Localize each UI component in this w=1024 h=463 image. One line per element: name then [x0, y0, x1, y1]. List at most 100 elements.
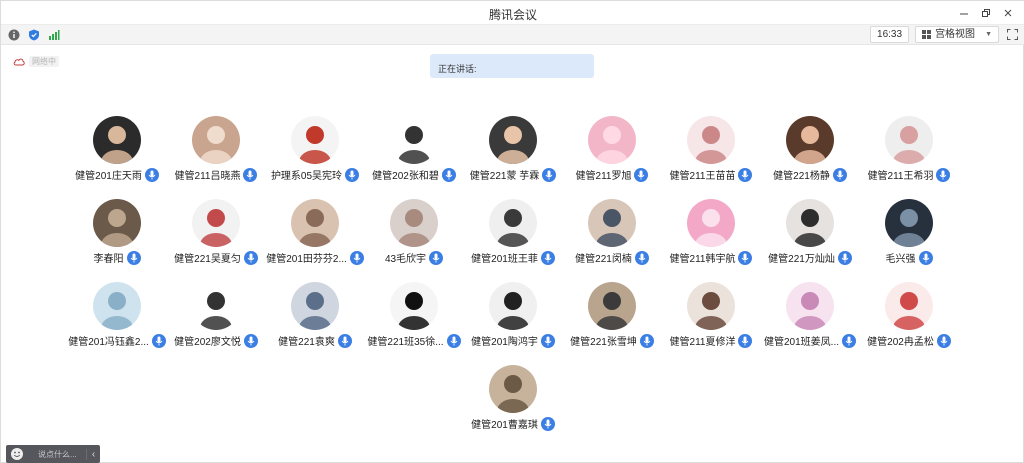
avatar-image	[885, 199, 933, 247]
avatar-image	[588, 116, 636, 164]
caret-down-icon: ▼	[985, 31, 992, 38]
avatar	[390, 282, 438, 330]
avatar-image	[93, 199, 141, 247]
participant-name-line: 健管201曹嘉琪	[463, 416, 563, 431]
participant-name-line: 护理系05吴宪玲	[265, 167, 365, 182]
participant-tile[interactable]: 护理系05吴宪玲	[265, 116, 365, 188]
participant-tile[interactable]: 健管201曹嘉琪	[463, 365, 563, 437]
microphone-icon	[540, 250, 555, 265]
participant-tile[interactable]: 健管211韩宇航	[661, 199, 761, 271]
participant-tile[interactable]: 健管201陶鸿宇	[463, 282, 563, 354]
participant-name: 健管221闵楠	[575, 254, 632, 265]
participant-tile[interactable]: 毛兴强	[859, 199, 959, 271]
participant-name: 健管211夏修洋	[669, 337, 736, 348]
participant-tile[interactable]: 健管221杨静	[760, 116, 860, 188]
participant-name: 健管211吕晓燕	[174, 171, 241, 182]
avatar-image	[390, 116, 438, 164]
participant-tile[interactable]: 健管202张和碧	[364, 116, 464, 188]
participant-tile[interactable]: 43毛欣宇	[364, 199, 464, 271]
participant-name-line: 健管221万灿灿	[760, 250, 860, 265]
microphone-icon	[349, 250, 364, 265]
microphone-icon	[832, 167, 847, 182]
participant-tile[interactable]: 健管201班王菲	[463, 199, 563, 271]
participant-name: 护理系05吴宪玲	[270, 171, 343, 182]
security-button[interactable]	[27, 28, 41, 42]
network-status: 网络中	[13, 56, 59, 67]
participant-tile[interactable]: 健管221袁爽	[265, 282, 365, 354]
participant-name: 健管221杨静	[773, 171, 830, 182]
microphone-icon	[639, 333, 654, 348]
emoji-icon[interactable]	[10, 447, 24, 461]
restore-icon	[982, 9, 990, 17]
minimize-button[interactable]	[953, 3, 975, 23]
info-icon	[8, 29, 20, 41]
shield-icon	[29, 29, 39, 41]
participant-name: 健管202廖文悦	[174, 337, 241, 348]
microphone-icon	[738, 167, 753, 182]
avatar	[291, 199, 339, 247]
participant-tile[interactable]: 健管201冯钰鑫2...	[67, 282, 167, 354]
participant-tile[interactable]: 健管211王希羽	[859, 116, 959, 188]
avatar-image	[885, 282, 933, 330]
avatar	[291, 116, 339, 164]
avatar-image	[93, 116, 141, 164]
microphone-icon	[243, 250, 258, 265]
participant-name: 健管211罗旭	[575, 171, 632, 182]
avatar	[192, 199, 240, 247]
participant-tile[interactable]: 李春阳	[67, 199, 167, 271]
avatar	[588, 199, 636, 247]
restore-button[interactable]	[975, 3, 997, 23]
avatar-image	[588, 282, 636, 330]
avatar	[588, 116, 636, 164]
participant-tile[interactable]: 健管221张雪坤	[562, 282, 662, 354]
avatar	[93, 199, 141, 247]
avatar-image	[786, 282, 834, 330]
avatar	[192, 116, 240, 164]
avatar-image	[390, 282, 438, 330]
microphone-icon	[540, 416, 555, 431]
info-button[interactable]	[7, 28, 21, 42]
close-button[interactable]	[997, 3, 1019, 23]
microphone-icon	[842, 333, 857, 348]
participant-tile[interactable]: 健管221蒙 芋霖	[463, 116, 563, 188]
participant-name-line: 健管201庄天雨	[67, 167, 167, 182]
participant-name-line: 健管221蒙 芋霖	[463, 167, 563, 182]
participant-name-line: 健管211王苗苗	[661, 167, 761, 182]
participant-tile[interactable]: 健管221闵楠	[562, 199, 662, 271]
microphone-icon	[243, 333, 258, 348]
participant-tile[interactable]: 健管201田芬芬2...	[265, 199, 365, 271]
microphone-icon	[441, 167, 456, 182]
participant-tile[interactable]: 健管221班35徐...	[364, 282, 464, 354]
participant-name: 健管201班王菲	[471, 254, 538, 265]
toolbar: 16:33 宫格视图 ▼	[1, 25, 1024, 45]
signal-button[interactable]	[47, 28, 61, 42]
view-mode-dropdown[interactable]: 宫格视图 ▼	[915, 26, 999, 43]
microphone-icon	[738, 250, 753, 265]
participant-name: 健管211王苗苗	[669, 171, 736, 182]
participant-tile[interactable]: 健管211夏修洋	[661, 282, 761, 354]
view-mode-label: 宫格视图	[935, 29, 976, 40]
chat-input-box[interactable]: 说点什么... ‹	[6, 445, 100, 463]
participant-tile[interactable]: 健管201庄天雨	[67, 116, 167, 188]
avatar	[192, 282, 240, 330]
participant-tile[interactable]: 健管221吴夏匀	[166, 199, 266, 271]
participant-tile[interactable]: 健管211罗旭	[562, 116, 662, 188]
fullscreen-button[interactable]	[1005, 28, 1019, 42]
avatar-image	[192, 199, 240, 247]
participant-name-line: 健管202张和碧	[364, 167, 464, 182]
participant-tile[interactable]: 健管211吕晓燕	[166, 116, 266, 188]
avatar	[390, 199, 438, 247]
microphone-icon	[243, 167, 258, 182]
participant-tile[interactable]: 健管201班姜凤...	[760, 282, 860, 354]
avatar	[489, 116, 537, 164]
participant-tile[interactable]: 健管202冉孟松	[859, 282, 959, 354]
participant-tile[interactable]: 健管202廖文悦	[166, 282, 266, 354]
cloud-icon	[13, 58, 25, 66]
participant-name-line: 健管201田芬芬2...	[265, 250, 365, 265]
avatar-image	[687, 116, 735, 164]
microphone-icon	[634, 167, 649, 182]
avatar	[885, 199, 933, 247]
participant-tile[interactable]: 健管221万灿灿	[760, 199, 860, 271]
collapse-chevron-icon[interactable]: ‹	[86, 448, 100, 460]
participant-tile[interactable]: 健管211王苗苗	[661, 116, 761, 188]
